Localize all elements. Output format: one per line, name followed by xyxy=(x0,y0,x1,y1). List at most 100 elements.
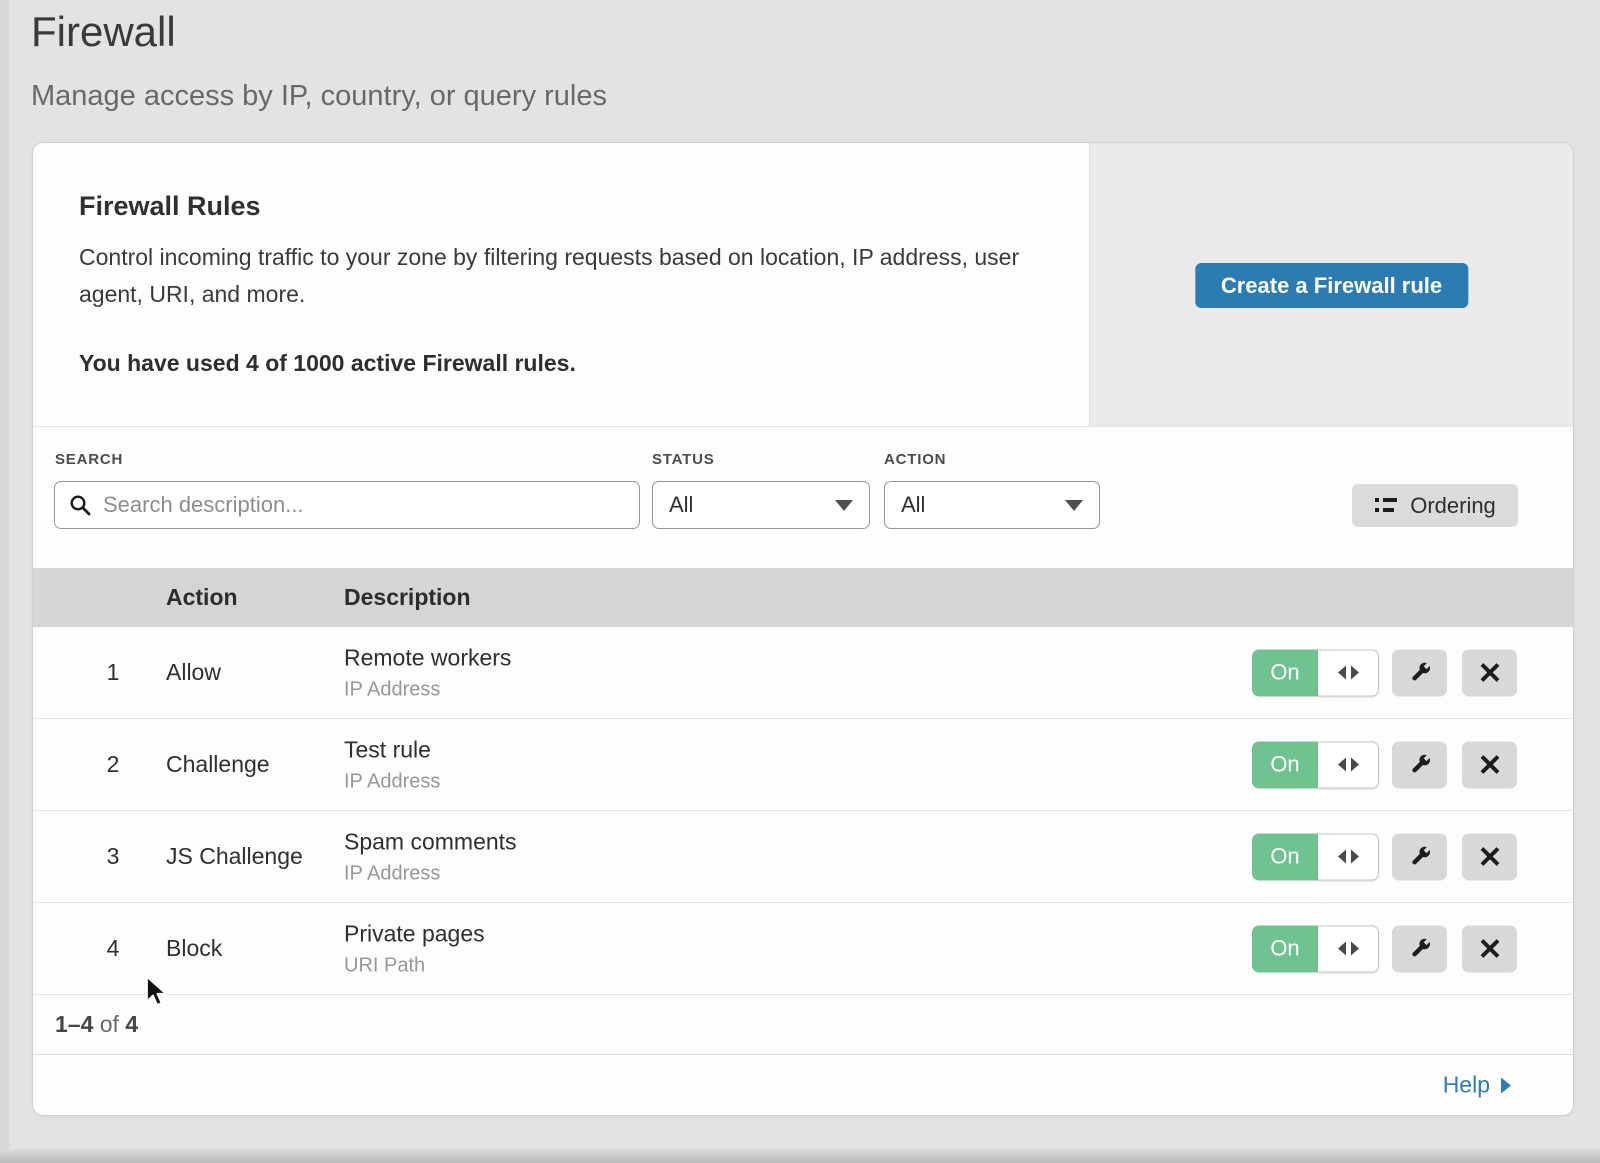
rule-priority: 4 xyxy=(90,903,136,994)
table-header: Action Description xyxy=(33,568,1573,627)
toggle-on-label: On xyxy=(1252,833,1318,880)
ordering-button[interactable]: Ordering xyxy=(1352,484,1518,527)
pagination-bar: 1–4 of 4 xyxy=(33,995,1573,1054)
edit-rule-button[interactable] xyxy=(1392,833,1447,880)
ordering-button-label: Ordering xyxy=(1410,493,1496,519)
action-label: ACTION xyxy=(884,451,946,468)
column-header-action: Action xyxy=(166,568,238,627)
filter-bar: SEARCH STATUS ACTION All All Ord xyxy=(33,427,1573,568)
firewall-page: { "page": { "title": "Firewall", "subtit… xyxy=(0,0,1600,1163)
window-bottom-edge xyxy=(0,1149,1600,1163)
rule-description: Remote workers xyxy=(344,644,511,671)
ordered-list-icon xyxy=(1374,496,1398,515)
table-row: 2 Challenge Test rule IP Address On xyxy=(33,719,1573,811)
toggle-handle[interactable] xyxy=(1318,833,1379,880)
rule-description-cell: Remote workers IP Address xyxy=(344,644,511,701)
search-input[interactable] xyxy=(54,481,640,529)
pagination-summary: 1–4 of 4 xyxy=(55,995,138,1054)
rule-description-cell: Private pages URI Path xyxy=(344,920,485,977)
status-select[interactable]: All xyxy=(652,481,870,529)
create-firewall-rule-button[interactable]: Create a Firewall rule xyxy=(1195,263,1468,308)
rule-priority: 2 xyxy=(90,719,136,810)
delete-rule-button[interactable] xyxy=(1462,925,1517,972)
toggle-handle[interactable] xyxy=(1318,741,1379,788)
rule-match-type: IP Address xyxy=(344,678,511,701)
rule-enabled-toggle[interactable]: On xyxy=(1252,925,1379,972)
rule-priority: 1 xyxy=(90,627,136,718)
create-rule-panel: Create a Firewall rule xyxy=(1089,143,1573,427)
toggle-right-arrow-icon xyxy=(1351,942,1359,956)
rule-description-cell: Test rule IP Address xyxy=(344,736,440,793)
edit-rule-button[interactable] xyxy=(1392,925,1447,972)
toggle-on-label: On xyxy=(1252,925,1318,972)
toggle-left-arrow-icon xyxy=(1338,758,1346,772)
close-icon xyxy=(1479,754,1501,776)
toggle-handle[interactable] xyxy=(1318,649,1379,696)
toggle-on-label: On xyxy=(1252,649,1318,696)
toggle-left-arrow-icon xyxy=(1338,942,1346,956)
edit-rule-button[interactable] xyxy=(1392,741,1447,788)
rule-description: Private pages xyxy=(344,920,485,947)
rule-enabled-toggle[interactable]: On xyxy=(1252,741,1379,788)
rule-match-type: IP Address xyxy=(344,770,440,793)
delete-rule-button[interactable] xyxy=(1462,833,1517,880)
pagination-total: 4 xyxy=(125,1011,138,1037)
wrench-icon xyxy=(1407,844,1433,870)
rule-description: Spam comments xyxy=(344,828,517,855)
rule-action: Block xyxy=(166,903,222,994)
close-icon xyxy=(1479,662,1501,684)
rule-enabled-toggle[interactable]: On xyxy=(1252,649,1379,696)
rule-description-cell: Spam comments IP Address xyxy=(344,828,517,885)
delete-rule-button[interactable] xyxy=(1462,649,1517,696)
help-link-label: Help xyxy=(1443,1072,1490,1099)
action-select[interactable]: All xyxy=(884,481,1100,529)
rule-enabled-toggle[interactable]: On xyxy=(1252,833,1379,880)
close-icon xyxy=(1479,938,1501,960)
window-left-edge xyxy=(0,0,9,1163)
search-label: SEARCH xyxy=(55,451,123,468)
pagination-of: of xyxy=(100,1011,119,1037)
toggle-right-arrow-icon xyxy=(1351,758,1359,772)
action-selected-value: All xyxy=(901,492,925,518)
page-subtitle: Manage access by IP, country, or query r… xyxy=(31,80,607,113)
rules-list: 1 Allow Remote workers IP Address On xyxy=(33,627,1573,995)
status-selected-value: All xyxy=(669,492,693,518)
delete-rule-button[interactable] xyxy=(1462,741,1517,788)
toggle-left-arrow-icon xyxy=(1338,666,1346,680)
rule-action: Allow xyxy=(166,627,221,718)
search-field-wrap xyxy=(54,481,640,529)
intro-section: Create a Firewall rule Firewall Rules Co… xyxy=(33,143,1573,427)
rule-action: JS Challenge xyxy=(166,811,303,902)
rule-priority: 3 xyxy=(90,811,136,902)
toggle-on-label: On xyxy=(1252,741,1318,788)
column-header-description: Description xyxy=(344,568,471,627)
chevron-down-icon xyxy=(835,500,853,511)
toggle-handle[interactable] xyxy=(1318,925,1379,972)
wrench-icon xyxy=(1407,936,1433,962)
search-icon xyxy=(69,494,91,516)
table-row: 4 Block Private pages URI Path On xyxy=(33,903,1573,995)
pagination-range: 1–4 xyxy=(55,1011,93,1037)
chevron-down-icon xyxy=(1065,500,1083,511)
card-footer: Help xyxy=(33,1054,1573,1115)
rule-description: Test rule xyxy=(344,736,440,763)
rule-action: Challenge xyxy=(166,719,270,810)
help-link[interactable]: Help xyxy=(1443,1072,1511,1099)
close-icon xyxy=(1479,846,1501,868)
wrench-icon xyxy=(1407,752,1433,778)
rule-match-type: URI Path xyxy=(344,954,485,977)
status-label: STATUS xyxy=(652,451,715,468)
section-heading: Firewall Rules xyxy=(79,191,261,222)
table-row: 1 Allow Remote workers IP Address On xyxy=(33,627,1573,719)
wrench-icon xyxy=(1407,660,1433,686)
table-row: 3 JS Challenge Spam comments IP Address … xyxy=(33,811,1573,903)
toggle-left-arrow-icon xyxy=(1338,850,1346,864)
rule-match-type: IP Address xyxy=(344,862,517,885)
arrow-right-icon xyxy=(1501,1077,1511,1093)
section-description: Control incoming traffic to your zone by… xyxy=(79,239,1027,313)
page-title: Firewall xyxy=(31,8,176,56)
toggle-right-arrow-icon xyxy=(1351,850,1359,864)
edit-rule-button[interactable] xyxy=(1392,649,1447,696)
usage-summary: You have used 4 of 1000 active Firewall … xyxy=(79,350,576,377)
firewall-rules-card: Create a Firewall rule Firewall Rules Co… xyxy=(33,143,1573,1115)
